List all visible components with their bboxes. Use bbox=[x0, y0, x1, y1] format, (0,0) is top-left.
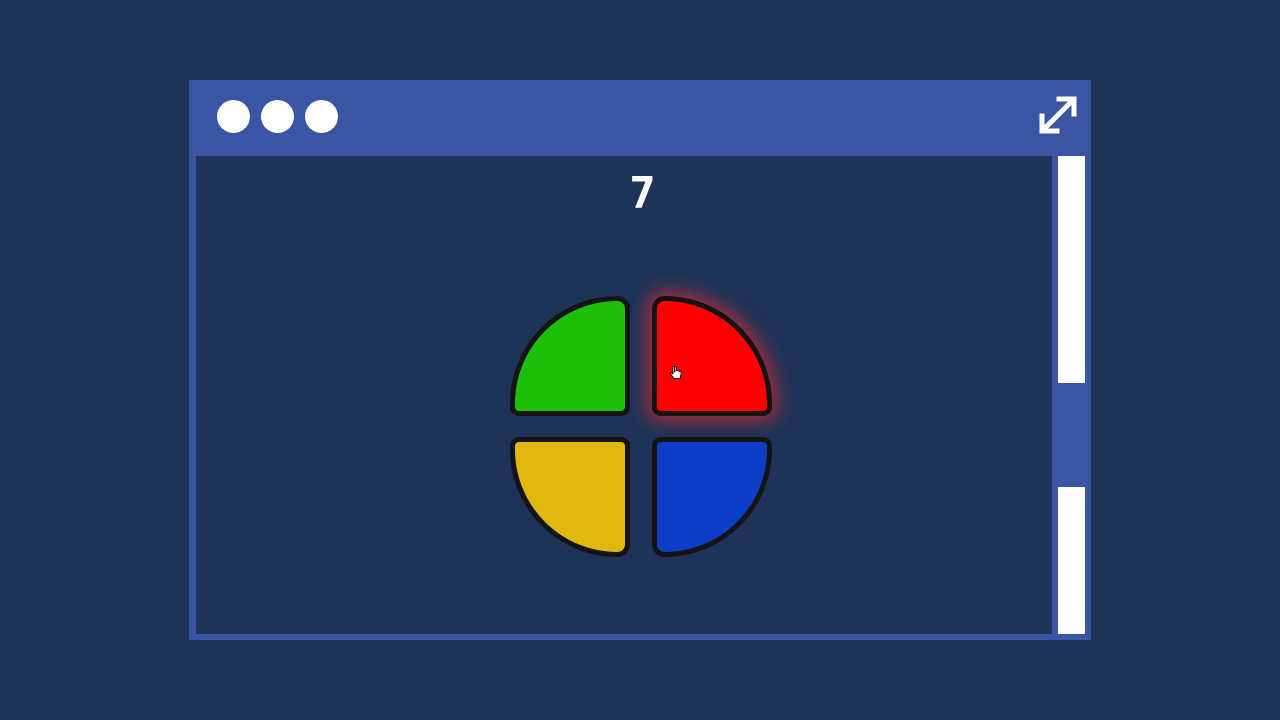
expand-arrows-icon bbox=[1039, 96, 1077, 134]
scrollbar-upper-track[interactable] bbox=[1058, 156, 1085, 383]
red-pad[interactable] bbox=[652, 296, 772, 416]
scrollbar-lower-track[interactable] bbox=[1058, 487, 1085, 634]
yellow-pad[interactable] bbox=[510, 437, 630, 557]
scrollbar[interactable] bbox=[1052, 156, 1085, 634]
blue-pad[interactable] bbox=[652, 437, 772, 557]
title-bar bbox=[189, 80, 1091, 155]
green-pad[interactable] bbox=[510, 296, 630, 416]
window-dot-2[interactable] bbox=[261, 100, 294, 133]
window-dot-1[interactable] bbox=[217, 100, 250, 133]
hand-pointer-icon bbox=[670, 366, 682, 379]
game-viewport: 7 bbox=[196, 156, 1052, 634]
window-dot-3[interactable] bbox=[305, 100, 338, 133]
simon-board bbox=[196, 156, 1052, 634]
expand-button[interactable] bbox=[1035, 92, 1081, 138]
game-window: 7 bbox=[189, 80, 1091, 640]
